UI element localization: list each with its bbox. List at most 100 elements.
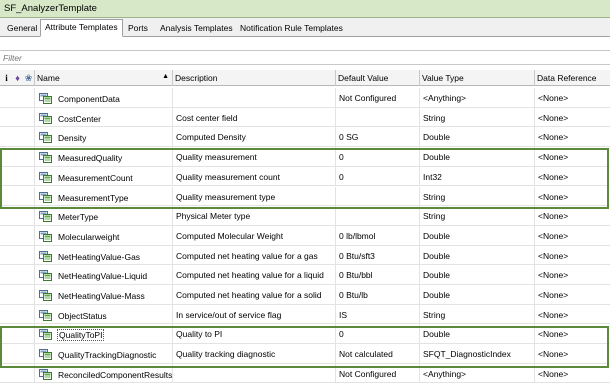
row-status-icons xyxy=(0,324,35,344)
cell-type: String xyxy=(420,186,535,206)
cell-ref: <None> xyxy=(538,309,569,320)
attribute-template-icon xyxy=(39,112,52,124)
cell-type: Double xyxy=(420,245,535,265)
attribute-name: ComponentData xyxy=(58,94,120,104)
table-row[interactable]: NetHeatingValue-Gas Computed net heating … xyxy=(0,245,610,266)
cell-name: MeasurementCount xyxy=(35,166,173,186)
window-title: SF_AnalyzerTemplate xyxy=(4,3,97,14)
cell-description: Computed net heating value for a gas xyxy=(173,245,336,265)
attribute-name: QualityToPI xyxy=(56,329,105,342)
attribute-template-icon xyxy=(39,171,52,183)
cell-type: <Anything> xyxy=(420,363,535,383)
attribute-template-icon xyxy=(39,349,52,361)
table-row[interactable]: ObjectStatus In service/out of service fl… xyxy=(0,304,610,325)
table-row[interactable]: CostCenter Cost center field String <None> xyxy=(0,107,610,128)
cell-ref: <None> xyxy=(538,171,569,182)
attribute-template-icon xyxy=(39,290,52,301)
cell-type: String xyxy=(420,206,535,226)
cell-default: 0 Btu/sft3 xyxy=(336,245,420,265)
info-icon[interactable]: i xyxy=(2,72,11,84)
table-row[interactable]: MeasuredQuality Quality measurement 0 Doubl… xyxy=(0,147,610,167)
attribute-template-icon xyxy=(39,211,52,223)
attribute-name: NetHeatingValue-Gas xyxy=(58,251,141,262)
row-status-icons xyxy=(0,147,35,167)
table-row[interactable]: ReconciledComponentResults Not Configured… xyxy=(0,363,610,384)
cell-description: Physical Meter type xyxy=(173,206,336,226)
attribute-name: ObjectStatus xyxy=(58,310,107,321)
cell-ref: <None> xyxy=(538,132,569,143)
cell-name: MeasurementType xyxy=(35,186,173,206)
cell-ref: <None> xyxy=(538,329,569,340)
cell-name: NetHeatingValue-Mass xyxy=(35,285,173,304)
table-row[interactable]: MeasurementCount Quality measurement coun… xyxy=(0,166,610,187)
cell-default: 0 Btu/bbl xyxy=(336,265,420,285)
table-row[interactable]: QualityTrackingDiagnostic Quality trackin… xyxy=(0,344,610,364)
cell-name: Molecularweight xyxy=(35,225,173,245)
filter-input[interactable] xyxy=(3,52,603,64)
cell-default xyxy=(336,186,420,206)
cell-name: NetHeatingValue-Liquid xyxy=(35,265,173,285)
column-header-value-type[interactable]: Value Type xyxy=(420,70,535,86)
cell-type: String xyxy=(420,304,535,324)
cell-default xyxy=(336,206,420,226)
row-status-icons xyxy=(0,363,35,383)
cell-default: Not Configured xyxy=(336,363,420,383)
reference-icon[interactable]: ❀ xyxy=(24,72,33,84)
cell-description: Quality measurement type xyxy=(173,186,336,206)
tab-notification-rule-templates[interactable]: Notification Rule Templates xyxy=(235,20,348,37)
attribute-template-icon xyxy=(39,93,52,104)
cell-default: Not Configured xyxy=(336,88,420,107)
cell-ref: <None> xyxy=(538,112,569,123)
tab-attribute-templates[interactable]: Attribute Templates xyxy=(40,19,123,37)
cell-ref: <None> xyxy=(538,230,569,241)
attribute-name: QualityTrackingDiagnostic xyxy=(58,350,157,361)
table-row[interactable]: NetHeatingValue-Liquid Computed net heati… xyxy=(0,265,610,285)
table-row[interactable]: QualityToPI Quality to PI 0 Double <None> xyxy=(0,324,610,345)
column-header-data-reference[interactable]: Data Reference xyxy=(535,70,610,86)
cell-description: In service/out of service flag xyxy=(173,304,336,324)
sort-ascending-icon[interactable]: ▲ xyxy=(162,73,169,80)
cell-type: Double xyxy=(420,265,535,285)
tab-analysis-templates[interactable]: Analysis Templates xyxy=(155,20,238,37)
column-header-name[interactable]: Name ▲ xyxy=(35,70,173,86)
attribute-template-icon xyxy=(39,191,52,203)
cell-default: 0 xyxy=(336,166,420,186)
attribute-template-icon xyxy=(39,309,52,321)
table-row[interactable]: Density Computed Density 0 SG Double <None> xyxy=(0,127,610,148)
column-header-default-value[interactable]: Default Value xyxy=(336,70,420,86)
filter-bar xyxy=(0,50,610,65)
attribute-template-icon xyxy=(39,250,52,262)
cell-description: Quality to PI xyxy=(173,324,336,344)
cell-ref: <None> xyxy=(538,191,569,202)
tab-ports[interactable]: Ports xyxy=(123,20,153,37)
row-status-icons xyxy=(0,206,35,226)
cell-description: Cost center field xyxy=(173,107,336,127)
config-icon[interactable]: ♦ xyxy=(13,72,22,84)
cell-name: ObjectStatus xyxy=(35,304,173,324)
attribute-name: ReconciledComponentResults xyxy=(58,369,173,380)
attribute-template-icon xyxy=(39,270,52,282)
attribute-name: MeasuredQuality xyxy=(58,153,123,164)
attribute-name: CostCenter xyxy=(58,113,101,124)
attribute-template-icon xyxy=(39,152,52,164)
table-row[interactable]: ComponentData Not Configured <Anything> <No… xyxy=(0,88,610,108)
table-row[interactable]: Molecularweight Computed Molecular Weight… xyxy=(0,225,610,246)
window-title-bar: SF_AnalyzerTemplate xyxy=(0,0,610,18)
row-status-icons xyxy=(0,225,35,245)
row-status-icons xyxy=(0,245,35,265)
cell-name: MeasuredQuality xyxy=(35,147,173,167)
cell-type: Double xyxy=(420,225,535,245)
cell-default: 0 xyxy=(336,147,420,167)
cell-ref: <None> xyxy=(538,349,569,360)
tab-general[interactable]: General xyxy=(2,20,42,37)
cell-ref: <None> xyxy=(538,93,569,103)
cell-name: QualityToPI xyxy=(35,324,173,344)
table-row[interactable]: MeterType Physical Meter type String <None> xyxy=(0,206,610,226)
cell-default: 0 SG xyxy=(336,127,420,147)
column-header-description[interactable]: Description xyxy=(173,70,336,86)
row-status-icons xyxy=(0,265,35,285)
table-row[interactable]: NetHeatingValue-Mass Computed net heating… xyxy=(0,285,610,305)
cell-name: MeterType xyxy=(35,206,173,226)
table-row[interactable]: MeasurementType Quality measurement type S… xyxy=(0,186,610,207)
attribute-name: NetHeatingValue-Liquid xyxy=(58,271,148,282)
